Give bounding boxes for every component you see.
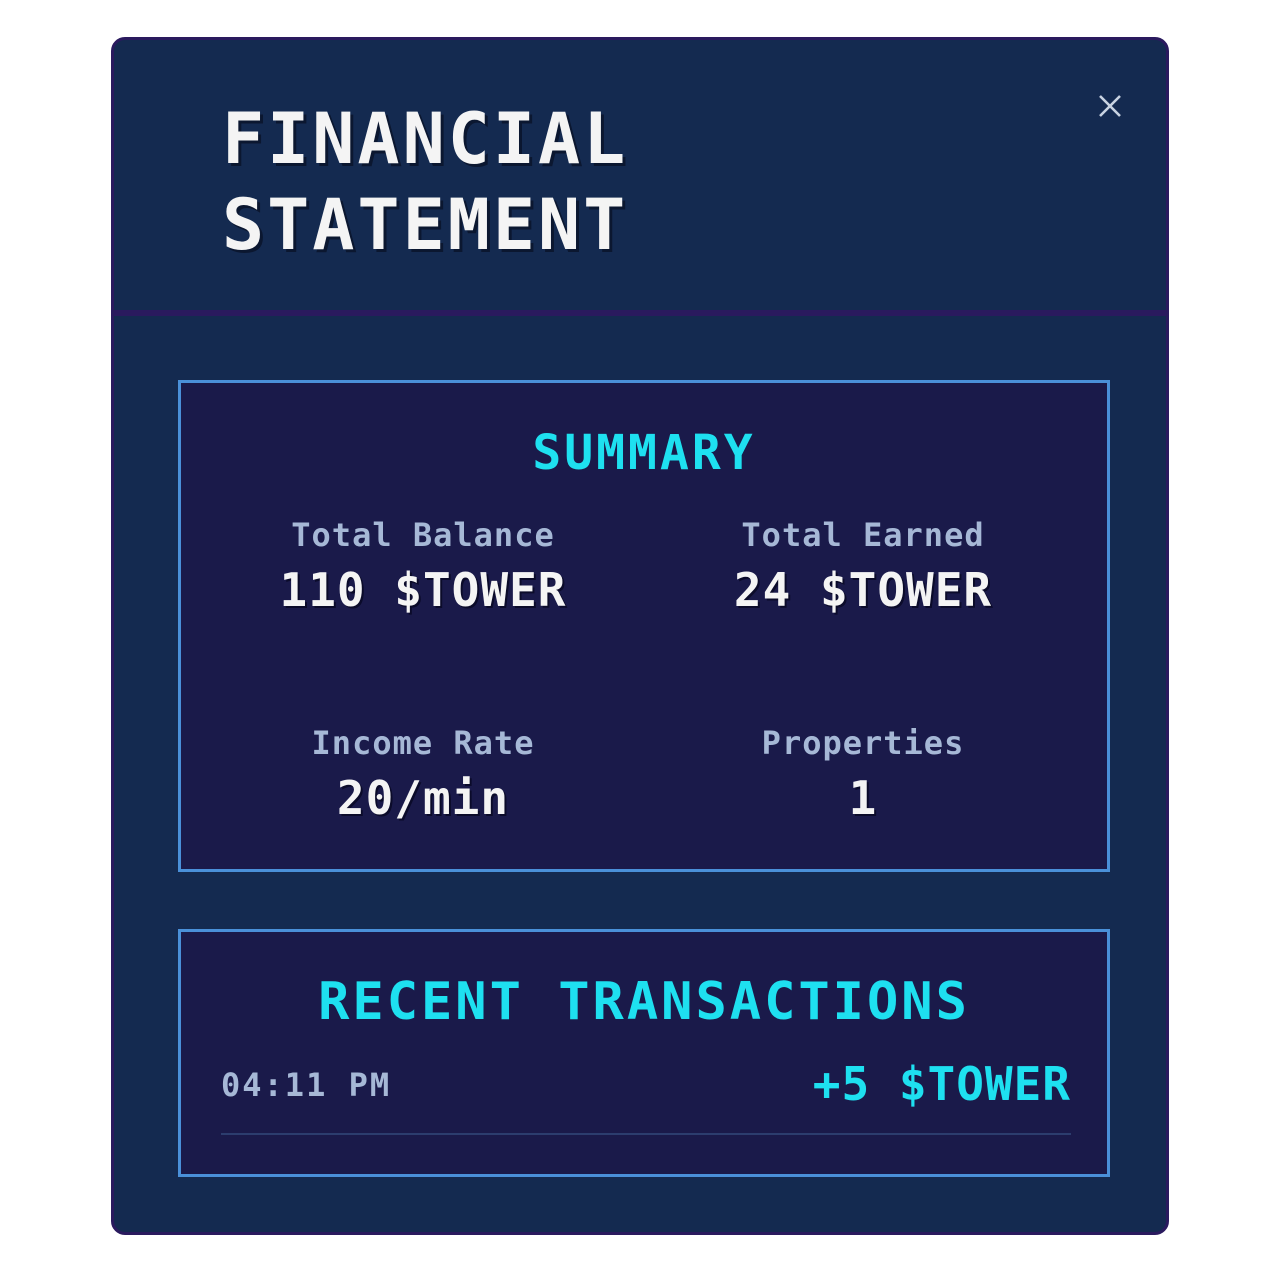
- summary-title: SUMMARY: [532, 425, 756, 481]
- stat-properties: Properties 1: [643, 723, 1083, 825]
- stat-total-earned: Total Earned 24 $TOWER: [643, 515, 1083, 617]
- stat-total-balance: Total Balance 110 $TOWER: [203, 515, 643, 617]
- transaction-amount: +5 $TOWER: [812, 1057, 1071, 1111]
- transactions-title: RECENT TRANSACTIONS: [318, 972, 970, 1032]
- stat-label: Income Rate: [311, 724, 535, 762]
- financial-statement-panel: FINANCIAL STATEMENT SUMMARY Total Balanc…: [111, 37, 1169, 1235]
- panel-title: FINANCIAL STATEMENT: [222, 98, 629, 266]
- panel-header: FINANCIAL STATEMENT: [114, 40, 1166, 316]
- stat-income-rate: Income Rate 20/min: [203, 723, 643, 825]
- transaction-row: 04:11 PM +5 $TOWER: [221, 1057, 1071, 1135]
- close-icon: [1099, 95, 1121, 117]
- stat-value: 1: [848, 771, 878, 825]
- summary-section: SUMMARY Total Balance 110 $TOWER Total E…: [178, 380, 1110, 872]
- stat-label: Total Balance: [291, 516, 555, 554]
- close-button[interactable]: [1090, 86, 1130, 126]
- recent-transactions-section: RECENT TRANSACTIONS 04:11 PM +5 $TOWER: [178, 929, 1110, 1177]
- transaction-time: 04:11 PM: [221, 1066, 392, 1104]
- stat-value: 24 $TOWER: [733, 563, 993, 617]
- stat-value: 110 $TOWER: [279, 563, 567, 617]
- stat-label: Properties: [761, 724, 965, 762]
- stat-label: Total Earned: [741, 516, 985, 554]
- stat-value: 20/min: [336, 771, 510, 825]
